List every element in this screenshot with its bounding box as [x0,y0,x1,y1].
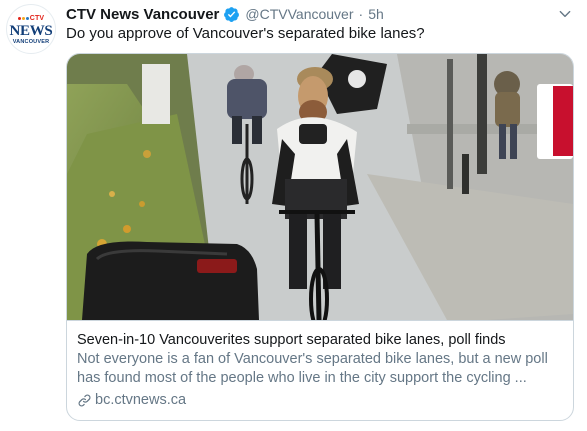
card-title[interactable]: Seven-in-10 Vancouverites support separa… [77,331,563,350]
avatar-brand-top: CTV [29,15,45,22]
card-body[interactable]: Seven-in-10 Vancouverites support separa… [67,320,573,420]
tweet-menu-button[interactable] [556,5,574,23]
tweet-header: CTV News Vancouver @CTVVancouver · 5h [66,4,384,24]
card-image[interactable] [67,54,573,320]
avatar[interactable]: CTV NEWS VANCOUVER [6,4,56,54]
ctv-dots-icon [17,17,29,20]
user-handle[interactable]: @CTVVancouver [245,6,353,22]
card-description-line2: has found most of the people who live in… [77,370,527,386]
timestamp-link[interactable]: 5h [368,6,384,22]
card-domain-row[interactable]: bc.ctvnews.ca [77,390,563,410]
verified-badge-icon [224,6,240,22]
tweet-text: Do you approve of Vancouver's separated … [66,25,425,42]
avatar-logo-top: CTV [17,14,45,24]
avatar-brand-sub: VANCOUVER [12,38,50,45]
link-card[interactable]: Seven-in-10 Vancouverites support separa… [66,53,574,421]
avatar-brand-main: NEWS [9,22,53,39]
separator-dot: · [358,6,364,22]
chevron-down-icon [559,10,571,18]
card-domain: bc.ctvnews.ca [95,392,187,408]
card-description-line1: Not everyone is a fan of Vancouver's sep… [77,351,548,367]
display-name[interactable]: CTV News Vancouver [66,6,219,23]
link-icon [78,394,91,406]
